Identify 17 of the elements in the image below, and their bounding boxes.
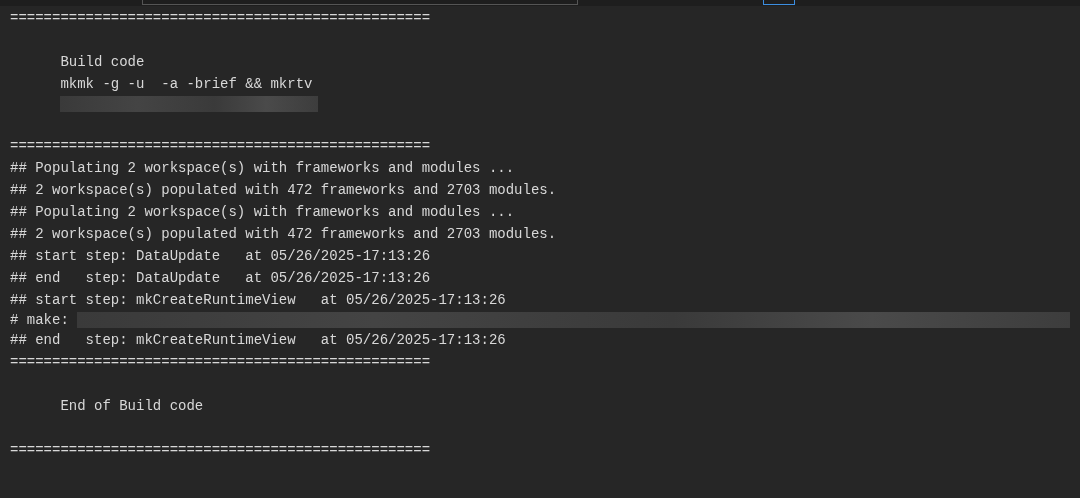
console-line: ## 2 workspace(s) populated with 472 frameworks and 2703 modules.: [10, 181, 557, 200]
console-line: ## 2 workspace(s) populated with 472 frameworks and 2703 modules.: [10, 225, 557, 244]
toolbar-button[interactable]: [763, 0, 795, 5]
console-line: Build code: [59, 53, 145, 72]
console-line: ## Populating 2 workspace(s) with frameworks and modules ...: [10, 203, 515, 222]
console-line: ## Populating 2 workspace(s) with frameworks and modules ...: [10, 159, 515, 178]
console-line: ==================================================: [10, 353, 431, 372]
console-line: ## end step: DataUpdate at 05/26/2025-17:13:26: [10, 269, 431, 288]
console-line: ## end step: mkCreateRuntimeView at 05/26/2025-17:13:26: [10, 331, 506, 350]
console-line: mkmk -g -u -a -brief && mkrtv: [59, 75, 313, 94]
console-line: End of Build code: [59, 397, 204, 416]
console-line: ==================================================: [10, 9, 431, 28]
console-line: ## start step: DataUpdate at 05/26/2025-17:13:26: [10, 247, 431, 266]
console-line: # make:: [10, 311, 69, 330]
console-line: ==================================================: [10, 137, 431, 156]
console-line: ==================================================: [10, 441, 431, 460]
console-line: ## start step: mkCreateRuntimeView at 05/26/2025-17:13:26: [10, 291, 506, 310]
